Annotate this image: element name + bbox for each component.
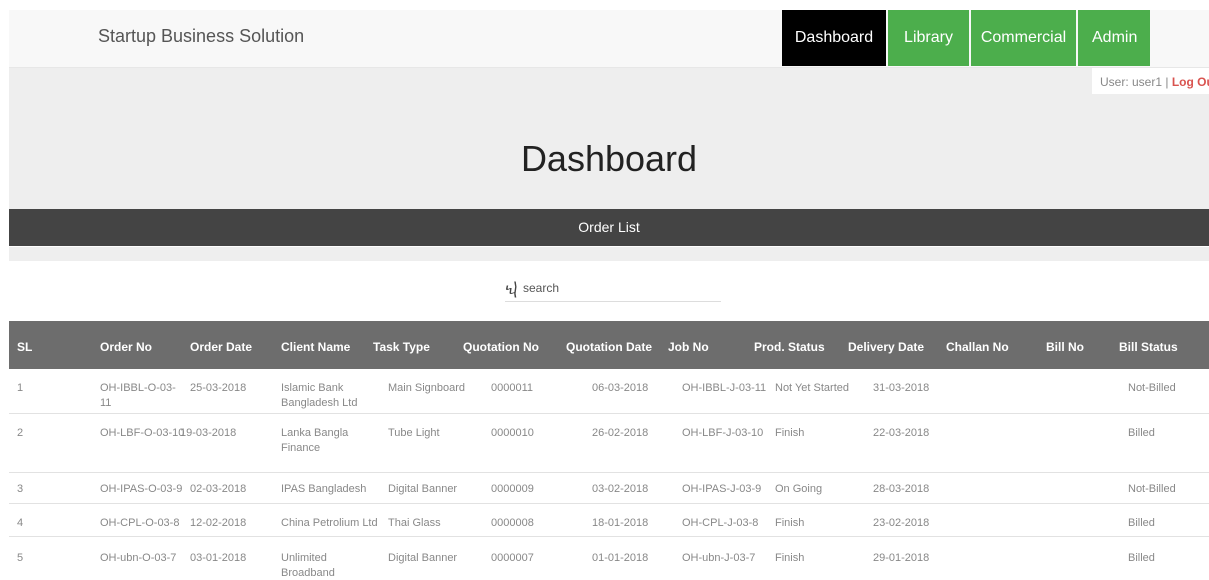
header-order-date[interactable]: Order Date: [190, 340, 252, 354]
cell-order-date: 25-03-2018: [190, 382, 247, 394]
cell-order-no: OH-ubn-O-03-7: [100, 552, 177, 564]
cell-task-type: Main Signboard: [388, 382, 466, 394]
cell-order-date: 02-03-2018: [190, 483, 247, 495]
header-prod-status[interactable]: Prod. Status: [754, 340, 825, 354]
cell-sl: 5: [17, 552, 24, 564]
cell-job-no: OH-ubn-J-03-7: [682, 552, 756, 564]
nav-dashboard[interactable]: Dashboard: [782, 10, 886, 66]
cell-quotation-date: 18-01-2018: [592, 517, 649, 529]
cell-delivery-date: 23-02-2018: [873, 517, 930, 529]
cell-quotation-no: 0000007: [491, 552, 534, 564]
cell-prod-status: Finish: [775, 552, 805, 564]
cell-bill-status: Billed: [1128, 427, 1155, 439]
cell-task-type: Tube Light: [388, 427, 440, 439]
cell-delivery-date: 28-03-2018: [873, 483, 930, 495]
cell-job-no: OH-IPAS-J-03-9: [682, 483, 762, 495]
cell-order-no: OH-CPL-O-03-8: [100, 517, 180, 529]
search-box: ⴏ: [505, 280, 721, 302]
cell-order-date: 19-03-2018: [180, 427, 237, 439]
nav-admin[interactable]: Admin: [1078, 10, 1150, 66]
cell-job-no: OH-IBBL-J-03-11: [682, 382, 767, 394]
header-sl[interactable]: SL: [17, 340, 32, 354]
table-row[interactable]: 4 OH-CPL-O-03-8 12-02-2018 China Petroli…: [9, 504, 1209, 537]
user-label: User: user1: [1100, 75, 1163, 89]
cell-quotation-date: 03-02-2018: [592, 483, 649, 495]
cell-bill-status: Billed: [1128, 517, 1155, 529]
table-header: SL Order No Order Date Client Name Task …: [9, 321, 1209, 369]
cell-client-name: China Petrolium Ltd: [281, 517, 378, 529]
cell-task-type: Digital Banner: [388, 552, 458, 564]
header-bill-status[interactable]: Bill Status: [1119, 340, 1178, 354]
header-quotation-date[interactable]: Quotation Date: [566, 340, 652, 354]
header-client-name[interactable]: Client Name: [281, 340, 350, 354]
table-row[interactable]: 5 OH-ubn-O-03-7 03-01-2018 Unlimited Bro…: [9, 537, 1209, 580]
table-row[interactable]: 3 OH-IPAS-O-03-9 02-03-2018 IPAS Banglad…: [9, 473, 1209, 504]
page-header: Dashboard: [9, 68, 1209, 209]
cell-prod-status: Finish: [775, 517, 805, 529]
cell-prod-status: Finish: [775, 427, 805, 439]
nav-library[interactable]: Library: [888, 10, 969, 66]
cell-delivery-date: 22-03-2018: [873, 427, 930, 439]
top-navbar: Startup Business Solution Dashboard Libr…: [9, 10, 1209, 68]
cell-bill-status: Not-Billed: [1128, 483, 1176, 495]
cell-sl: 4: [17, 517, 24, 529]
cell-quotation-no: 0000011: [491, 382, 534, 394]
cell-client-name: IPAS Bangladesh: [281, 483, 367, 495]
cell-prod-status: Not Yet Started: [775, 382, 849, 394]
cell-order-date: 12-02-2018: [190, 517, 247, 529]
cell-order-no: OH-LBF-O-03-10: [100, 427, 185, 439]
table-row[interactable]: 2 OH-LBF-O-03-10 19-03-2018 Lanka Bangla…: [9, 414, 1209, 473]
user-info: User: user1 | Log Out: [1092, 68, 1209, 94]
order-list-header: Order List: [9, 209, 1209, 246]
cell-task-type: Digital Banner: [388, 483, 458, 495]
cell-client-name: Islamic Bank Bangladesh Ltd: [281, 382, 358, 409]
search-icon: ⴏ: [505, 281, 518, 298]
cell-quotation-date: 01-01-2018: [592, 552, 649, 564]
header-order-no[interactable]: Order No: [100, 340, 152, 354]
cell-task-type: Thai Glass: [388, 517, 441, 529]
header-bill-no[interactable]: Bill No: [1046, 340, 1084, 354]
cell-quotation-no: 0000009: [491, 483, 534, 495]
cell-bill-status: Not-Billed: [1128, 382, 1176, 394]
cell-order-date: 03-01-2018: [190, 552, 247, 564]
cell-quotation-date: 06-03-2018: [592, 382, 649, 394]
cell-job-no: OH-LBF-J-03-10: [682, 427, 764, 439]
cell-client-name: Unlimited Broadband Network: [281, 552, 335, 579]
page-title: Dashboard: [520, 138, 698, 179]
cell-delivery-date: 29-01-2018: [873, 552, 930, 564]
table-row[interactable]: 1 OH-IBBL-O-03-11 25-03-2018 Islamic Ban…: [9, 369, 1209, 414]
search-input[interactable]: [523, 281, 719, 295]
cell-client-name: Lanka Bangla Finance: [281, 427, 349, 454]
cell-order-no: OH-IPAS-O-03-9: [100, 483, 183, 495]
cell-quotation-date: 26-02-2018: [592, 427, 649, 439]
cell-sl: 3: [17, 483, 24, 495]
user-separator: |: [1165, 75, 1169, 89]
cell-quotation-no: 0000010: [491, 427, 534, 439]
logout-link[interactable]: Log Out: [1172, 75, 1209, 89]
cell-delivery-date: 31-03-2018: [873, 382, 930, 394]
nav-commercial[interactable]: Commercial: [971, 10, 1076, 66]
header-quotation-no[interactable]: Quotation No: [463, 340, 539, 354]
header-challan-no[interactable]: Challan No: [946, 340, 1009, 354]
cell-bill-status: Billed: [1128, 552, 1155, 564]
cell-order-no: OH-IBBL-O-03-11: [100, 382, 176, 409]
header-job-no[interactable]: Job No: [668, 340, 709, 354]
cell-quotation-no: 0000008: [491, 517, 534, 529]
cell-sl: 2: [17, 427, 24, 439]
header-delivery-date[interactable]: Delivery Date: [848, 340, 924, 354]
cell-prod-status: On Going: [775, 483, 823, 495]
section-divider: [9, 247, 1209, 261]
header-task-type[interactable]: Task Type: [373, 340, 430, 354]
brand-title[interactable]: Startup Business Solution: [98, 26, 304, 47]
cell-sl: 1: [17, 382, 24, 394]
cell-job-no: OH-CPL-J-03-8: [682, 517, 759, 529]
